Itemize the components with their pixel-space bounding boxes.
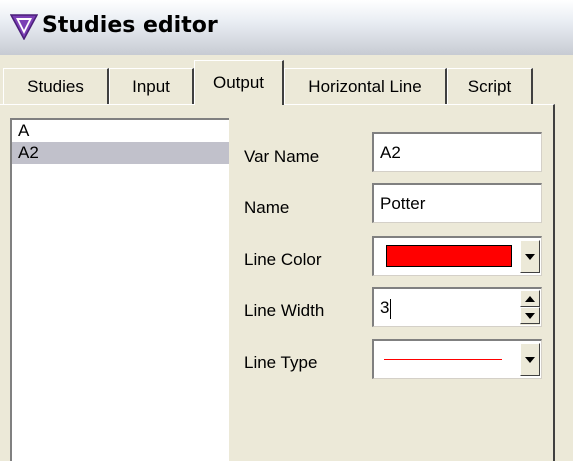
text-caret	[390, 298, 392, 319]
list-item[interactable]: A	[12, 120, 229, 142]
output-list[interactable]: A A2	[10, 118, 229, 461]
line-type-select[interactable]	[372, 339, 542, 379]
line-type-label: Line Type	[244, 353, 318, 372]
line-type-dropdown-button[interactable]	[520, 343, 540, 376]
chevron-down-icon	[525, 356, 535, 363]
name-field[interactable]: Potter	[372, 183, 542, 223]
spin-buttons	[520, 290, 540, 325]
tab-label: Output	[212, 73, 265, 92]
line-type-preview	[384, 359, 502, 360]
tab-studies[interactable]: Studies	[3, 68, 109, 104]
spin-down-button[interactable]	[520, 307, 540, 324]
spin-up-button[interactable]	[520, 290, 540, 307]
chevron-down-icon	[525, 253, 535, 260]
tab-label: Horizontal Line	[308, 76, 422, 96]
app-logo-icon	[10, 14, 38, 40]
line-color-dropdown-button[interactable]	[520, 240, 540, 273]
line-color-select[interactable]	[372, 236, 542, 276]
line-width-label: Line Width	[244, 301, 325, 320]
line-color-label: Line Color	[244, 250, 322, 269]
line-width-spinner[interactable]: 3	[372, 287, 542, 327]
chevron-down-icon	[525, 312, 535, 319]
var-name-field[interactable]: A2	[372, 132, 542, 172]
line-width-value: 3	[380, 298, 390, 317]
window-title: Studies editor	[42, 13, 218, 38]
tab-script[interactable]: Script	[447, 68, 533, 104]
tab-label: Script	[467, 76, 512, 96]
tab-output[interactable]: Output	[194, 60, 284, 105]
tab-label: Input	[132, 76, 170, 96]
title-bar: Studies editor	[0, 0, 573, 55]
chevron-up-icon	[525, 295, 535, 302]
var-name-label: Var Name	[244, 147, 320, 166]
color-swatch	[386, 245, 512, 267]
tab-label: Studies	[27, 76, 84, 96]
name-label: Name	[244, 198, 290, 217]
tab-horizontal-line[interactable]: Horizontal Line	[284, 68, 447, 104]
tab-input[interactable]: Input	[109, 68, 194, 104]
list-item-selected[interactable]: A2	[12, 142, 229, 164]
